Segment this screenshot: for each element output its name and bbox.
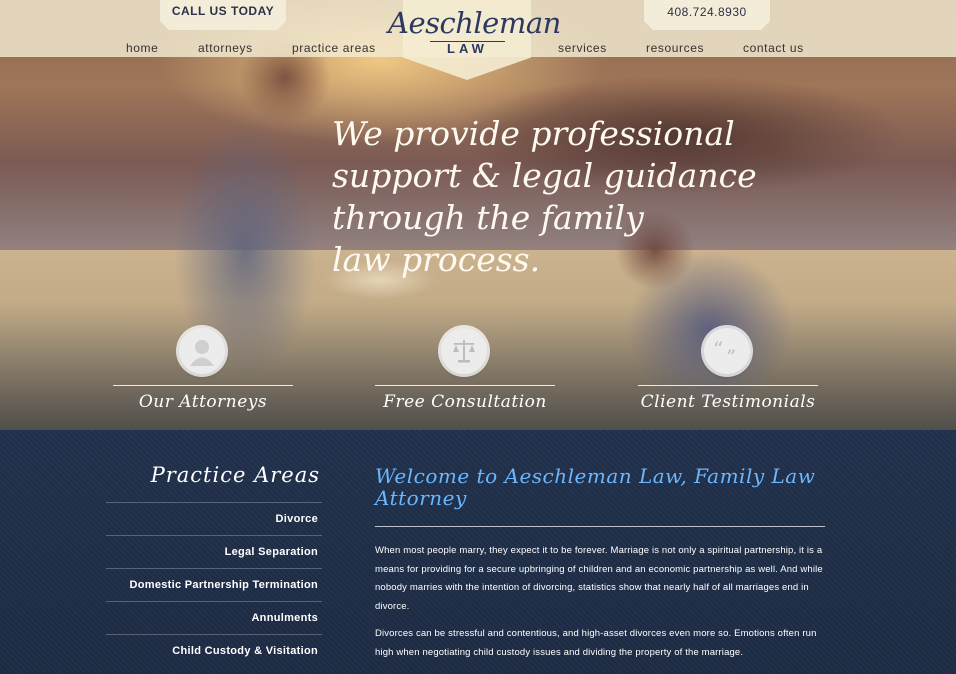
practice-areas-title: Practice Areas [150,463,320,487]
practice-area-legal-separation[interactable]: Legal Separation [106,535,322,568]
hero-headline: We provide professional support & legal … [332,113,757,281]
headline-line: support & legal guidance [332,156,757,195]
headline-line: through the family [332,198,644,237]
svg-text:”: ” [726,345,736,366]
feature-icon-circle[interactable] [179,328,225,374]
feature-icon-circle[interactable] [441,328,487,374]
welcome-heading: Welcome to Aeschleman Law, Family Law At… [375,464,816,510]
nav-contact-us[interactable]: contact us [743,41,804,55]
feature-client-testimonials[interactable]: “ ” Client Testimonials [638,328,818,418]
nav-resources[interactable]: resources [646,41,704,55]
nav-attorneys[interactable]: attorneys [198,41,253,55]
practice-area-domestic-partnership[interactable]: Domestic Partnership Termination [106,568,322,601]
feature-label[interactable]: Our Attorneys [103,392,303,412]
feature-icon-circle[interactable]: “ ” [704,328,750,374]
logo-subtitle: LAW [447,41,488,56]
intro-paragraph: Divorces can be stressful and contentiou… [375,628,817,658]
feature-label[interactable]: Client Testimonials [628,392,828,412]
nav-practice-areas[interactable]: practice areas [292,41,376,55]
headline-line: law process. [332,240,541,279]
nav-services[interactable]: services [558,41,607,55]
practice-area-child-custody[interactable]: Child Custody & Visitation [106,634,322,667]
headline-line: We provide professional [332,114,735,153]
feature-divider [113,385,293,386]
logo[interactable]: Aeschleman [388,6,561,40]
practice-area-divorce[interactable]: Divorce [106,502,322,535]
quote-icon: “ ” [713,337,736,366]
feature-free-consultation[interactable]: Free Consultation [375,328,555,418]
practice-areas-list: Divorce Legal Separation Domestic Partne… [106,502,322,667]
feature-label[interactable]: Free Consultation [365,392,565,412]
practice-area-annulments[interactable]: Annulments [106,601,322,634]
intro-paragraph: When most people marry, they expect it t… [375,545,823,612]
phone-number[interactable]: 408.724.8930 [644,5,770,19]
scales-icon [453,340,475,363]
svg-text:“: “ [713,337,723,361]
feature-divider [638,385,818,386]
nav-home[interactable]: home [126,41,158,55]
feature-our-attorneys[interactable]: Our Attorneys [113,328,293,418]
person-icon [190,340,214,366]
feature-divider [375,385,555,386]
welcome-divider [375,526,825,527]
call-us-label: CALL US TODAY [171,4,275,18]
